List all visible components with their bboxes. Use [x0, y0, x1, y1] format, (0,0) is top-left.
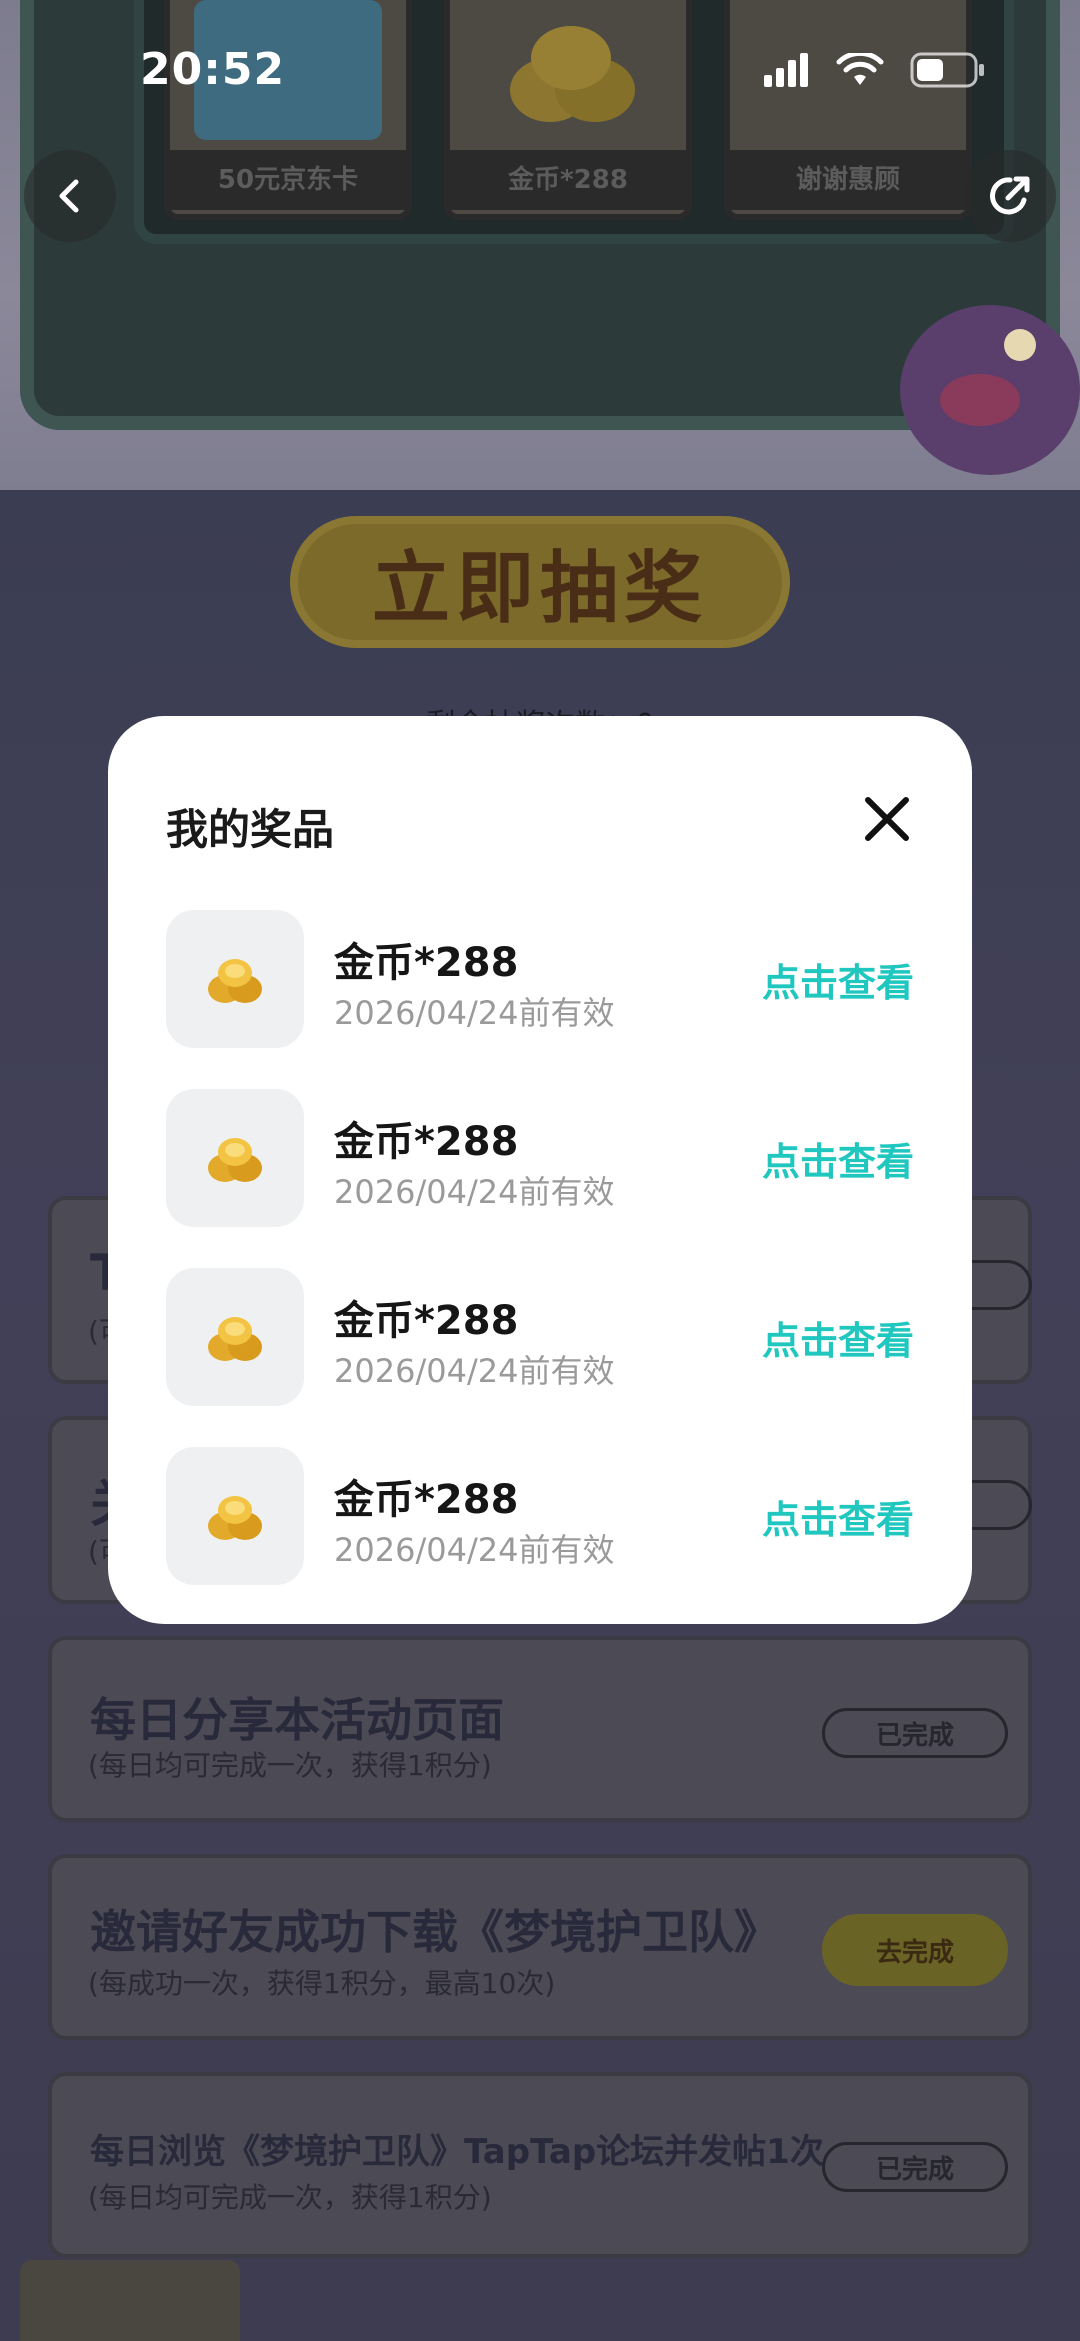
- task-done-button[interactable]: 已完成: [822, 2142, 1008, 2192]
- slot-label: 谢谢惠顾: [730, 150, 966, 210]
- prize-name: 金币*288: [334, 1298, 519, 1344]
- view-prize-link[interactable]: 点击查看: [762, 952, 914, 1007]
- my-prizes-modal: 我的奖品 金币*288 2026/04/24前有效 点击查看 金币*288 20…: [108, 716, 972, 1624]
- prize-valid-date: 2026/04/24前有效: [334, 994, 615, 1032]
- gold-coins-icon: [208, 1317, 262, 1361]
- prize-valid-date: 2026/04/24前有效: [334, 1352, 615, 1390]
- prize-thumbnail: [166, 1447, 304, 1585]
- task-card: 邀请好友成功下载《梦境护卫队》 (每成功一次，获得1积分，最高10次) 去完成: [48, 1854, 1032, 2040]
- prize-name: 金币*288: [334, 1119, 519, 1165]
- prize-thumbnail: [166, 910, 304, 1048]
- task-subtitle: (每成功一次，获得1积分，最高10次): [88, 1967, 556, 2000]
- task-card: 每日分享本活动页面 (每日均可完成一次，获得1积分) 已完成: [48, 1636, 1032, 1822]
- signal-icon: [764, 53, 808, 87]
- wifi-icon: [836, 53, 884, 85]
- prize-item: 金币*288 2026/04/24前有效 点击查看: [166, 910, 914, 1048]
- share-icon: [990, 176, 1030, 215]
- task-subtitle: (每日均可完成一次，获得1积分): [88, 2181, 492, 2214]
- slot-label: 金币*288: [450, 150, 686, 210]
- status-bar: 20:52: [0, 0, 1080, 140]
- status-icons: [764, 52, 986, 88]
- prize-thumbnail: [166, 1089, 304, 1227]
- prize-name: 金币*288: [334, 940, 519, 986]
- battery-icon: [910, 52, 984, 88]
- prize-item: 金币*288 2026/04/24前有效 点击查看: [166, 1089, 914, 1227]
- view-prize-link[interactable]: 点击查看: [762, 1310, 914, 1365]
- gold-coins-icon: [208, 1138, 262, 1182]
- prize-name: 金币*288: [334, 1477, 519, 1523]
- task-card: 每日浏览《梦境护卫队》TapTap论坛并发帖1次 (每日均可完成一次，获得1积分…: [48, 2072, 1032, 2258]
- share-button[interactable]: [964, 150, 1056, 242]
- prize-valid-date: 2026/04/24前有效: [334, 1173, 615, 1211]
- back-arrow-icon: [59, 179, 79, 213]
- status-time: 20:52: [140, 44, 286, 95]
- task-done-button[interactable]: 已完成: [822, 1708, 1008, 1758]
- task-title: 邀请好友成功下载《梦境护卫队》: [90, 1905, 780, 1959]
- task-title: 每日浏览《梦境护卫队》TapTap论坛并发帖1次: [90, 2132, 824, 2172]
- task-title: 每日分享本活动页面: [90, 1693, 504, 1747]
- gold-coins-icon: [208, 1496, 262, 1540]
- prize-valid-date: 2026/04/24前有效: [334, 1531, 615, 1569]
- gold-coins-icon: [208, 959, 262, 1003]
- task-subtitle: (每日均可完成一次，获得1积分): [88, 1749, 492, 1782]
- view-prize-link[interactable]: 点击查看: [762, 1131, 914, 1186]
- task-go-button[interactable]: 去完成: [822, 1914, 1008, 1986]
- prize-item: 金币*288 2026/04/24前有效 点击查看: [166, 1268, 914, 1406]
- modal-title: 我的奖品: [166, 805, 335, 854]
- view-prize-link[interactable]: 点击查看: [762, 1489, 914, 1544]
- decoration-bottom: [20, 2260, 240, 2341]
- close-icon: [865, 797, 909, 841]
- prize-item: 金币*288 2026/04/24前有效 点击查看: [166, 1447, 914, 1585]
- draw-button[interactable]: 立即抽奖: [290, 516, 790, 648]
- slot-label: 50元京东卡: [170, 150, 406, 210]
- prize-thumbnail: [166, 1268, 304, 1406]
- back-button[interactable]: [24, 150, 116, 242]
- close-button[interactable]: [860, 792, 914, 846]
- monster-mascot-icon: [900, 305, 1080, 475]
